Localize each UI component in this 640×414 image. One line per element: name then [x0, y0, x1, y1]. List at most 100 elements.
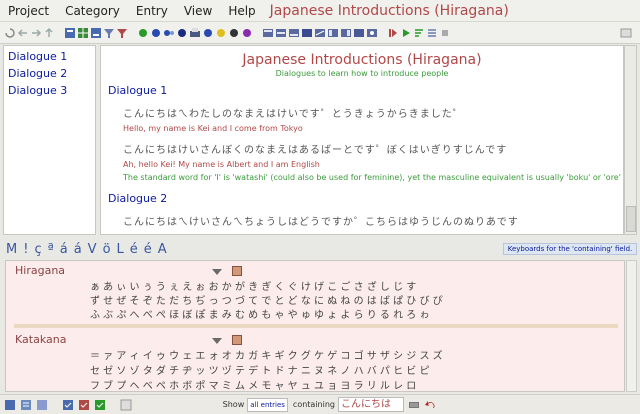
keyboard-panel-scrollbar[interactable]	[626, 260, 637, 392]
entry-line-1: こんにちはㄟわたしのなまえはけいです゜とうきょうからきました゜ Hello, m…	[123, 105, 623, 133]
status-bar: Show all entries containing こんにちは	[0, 394, 640, 414]
scrollbar-thumb[interactable]	[626, 206, 636, 232]
char-button[interactable]: á	[60, 242, 68, 257]
card-icon-7[interactable]	[340, 27, 352, 39]
toolbar	[0, 22, 640, 44]
green-dot-icon[interactable]	[137, 27, 149, 39]
menu-help[interactable]: Help	[220, 4, 263, 18]
katakana-settings-icon[interactable]	[232, 335, 242, 345]
section-divider	[14, 324, 618, 328]
show-filter-select[interactable]: all entries	[247, 397, 288, 412]
mark-icon-2[interactable]	[78, 399, 90, 411]
char-button[interactable]: á	[74, 242, 82, 257]
card-icon-9[interactable]	[366, 27, 378, 39]
view-detail-icon[interactable]	[20, 399, 32, 411]
view-toggle-icon[interactable]	[120, 399, 132, 411]
hiragana-row-1[interactable]: ぁ あ ぃ い ぅ う ぇ え ぉ お か が き ぎ く ぐ け げ こ ご …	[90, 278, 416, 293]
hiragana-settings-icon[interactable]	[232, 266, 242, 276]
menu-category[interactable]: Category	[57, 4, 128, 18]
char-button[interactable]: A	[158, 242, 167, 257]
char-button[interactable]: é	[144, 242, 152, 257]
blue-dot-icon[interactable]	[150, 27, 162, 39]
menu-project[interactable]: Project	[0, 4, 57, 18]
char-button[interactable]: é	[130, 242, 138, 257]
dialogue-1-heading[interactable]: Dialogue 1	[108, 84, 623, 97]
grid-icon[interactable]	[77, 27, 89, 39]
sidebar-item-dialogue-2[interactable]: Dialogue 2	[8, 65, 91, 82]
sidebar-item-dialogue-3[interactable]: Dialogue 3	[8, 82, 91, 99]
color-filter-icon[interactable]	[116, 27, 128, 39]
entry-line-2: こんにちはけいさんぼくのなまえはあるばーとです゜ぼくはいぎりすじんです Ah, …	[123, 141, 623, 182]
entry-japanese: こんにちはけいさんぼくのなまえはあるばーとです゜ぼくはいぎりすじんです	[123, 145, 508, 156]
mark-icon-3[interactable]	[94, 399, 106, 411]
blue-dot-pair-icon[interactable]	[163, 27, 175, 39]
stop-icon[interactable]	[439, 27, 451, 39]
filter-icon[interactable]	[103, 27, 115, 39]
entry-japanese: こんにちはㄟわたしのなまえはけいです゜とうきょうからきました゜	[123, 109, 464, 120]
card-icon-2[interactable]	[275, 27, 287, 39]
sort-desc-icon[interactable]	[90, 27, 102, 39]
menubar: Project Category Entry View Help Japanes…	[0, 0, 640, 22]
katakana-section-label: Katakana	[15, 333, 67, 346]
char-button[interactable]: L	[117, 242, 124, 257]
print-icon[interactable]	[189, 27, 201, 39]
card-icon-6[interactable]	[327, 27, 339, 39]
keyboard-icon[interactable]	[408, 399, 420, 411]
play-icon[interactable]	[400, 27, 412, 39]
category-list: Dialogue 1 Dialogue 2 Dialogue 3	[3, 45, 96, 235]
sync-icon[interactable]	[4, 27, 16, 39]
hiragana-row-2[interactable]: ず せ ぜ そ ぞ た だ ち ぢ っ つ づ て で と ど な に ぬ ね …	[90, 292, 443, 307]
card-icon-5[interactable]	[314, 27, 326, 39]
card-icon-4[interactable]	[301, 27, 313, 39]
card-icon-1[interactable]	[262, 27, 274, 39]
purple-dot-icon[interactable]	[241, 27, 253, 39]
up-arrow-icon[interactable]	[43, 27, 55, 39]
view-text-icon[interactable]	[36, 399, 48, 411]
hiragana-dropdown-icon[interactable]	[212, 269, 222, 275]
char-button[interactable]: V	[88, 242, 97, 257]
entry-japanese: こんにちはㄟけいさんㄟちょうしはどうですか゜こちらはゆうじんのぬりあです	[123, 217, 519, 228]
katakana-row-2[interactable]: セ ゼ ソ ゾ タ ダ チ ヂ ッ ツ ヅ テ デ ト ド ナ ニ ヌ ネ ノ …	[90, 362, 429, 377]
undo-icon[interactable]	[424, 399, 436, 411]
containing-search-input[interactable]: こんにちは	[338, 397, 404, 412]
menu-view[interactable]: View	[176, 4, 220, 18]
sort-toggle-icon[interactable]	[413, 27, 425, 39]
window-options-icon[interactable]	[620, 27, 632, 39]
card-icon-3[interactable]	[288, 27, 300, 39]
window-title: Japanese Introductions (Hiragana)	[269, 2, 509, 19]
katakana-dropdown-icon[interactable]	[212, 338, 222, 344]
katakana-row-1[interactable]: ＝ ァ ア ィ イ ゥ ウ ェ エ ォ オ カ ガ キ ギ ク グ ケ ゲ コ …	[90, 347, 443, 362]
content-subtitle: Dialogues to learn how to introduce peop…	[275, 69, 449, 78]
blue-ball-icon[interactable]	[202, 27, 214, 39]
content-title: Japanese Introductions (Hiragana)	[242, 52, 482, 68]
step-icon[interactable]	[387, 27, 399, 39]
view-list-icon[interactable]	[4, 399, 16, 411]
keyboard-panel: Hiragana ぁ あ ぃ い ぅ う ぇ え ぉ お か が き ぎ く ぐ…	[5, 260, 625, 392]
hiragana-row-3[interactable]: ふ ぶ ぷ へ べ ぺ ほ ぼ ぽ ま み む め も ゃ や ゅ ゆ ょ よ …	[90, 306, 429, 321]
char-button[interactable]: ª	[48, 242, 54, 257]
char-button[interactable]: M	[6, 242, 17, 257]
content-scrollbar[interactable]	[624, 45, 637, 235]
yellow-dot-icon[interactable]	[215, 27, 227, 39]
back-arrow-icon[interactable]	[17, 27, 29, 39]
sidebar-item-dialogue-1[interactable]: Dialogue 1	[8, 48, 91, 65]
entry-content-pane: Japanese Introductions (Hiragana) Dialog…	[100, 45, 624, 235]
katakana-row-3[interactable]: フ ブ プ ヘ ベ ペ ホ ボ ポ マ ミ ム メ モ ャ ヤ ュ ユ ョ ヨ …	[90, 377, 416, 391]
show-label: Show	[222, 400, 245, 409]
sort-alpha-icon[interactable]	[64, 27, 76, 39]
dialogue-2-heading[interactable]: Dialogue 2	[108, 192, 623, 205]
forward-arrow-icon[interactable]	[30, 27, 42, 39]
containing-label: containing	[292, 400, 335, 409]
entry-line-3: こんにちはㄟけいさんㄟちょうしはどうですか゜こちらはゆうじんのぬりあです	[123, 213, 623, 228]
menu-entry[interactable]: Entry	[128, 4, 176, 18]
mark-icon-1[interactable]	[62, 399, 74, 411]
char-button[interactable]: !	[23, 242, 28, 257]
char-button[interactable]: ç	[34, 242, 41, 257]
card-icon-8[interactable]	[353, 27, 365, 39]
dark-dot-icon[interactable]	[228, 27, 240, 39]
entry-note: The standard word for 'I' is 'watashi' (…	[123, 173, 621, 182]
navy-dot-icon[interactable]	[176, 27, 188, 39]
list-icon[interactable]	[426, 27, 438, 39]
char-button[interactable]: ö	[103, 242, 111, 257]
entry-translation: Ah, hello Kei! My name is Albert and I a…	[123, 160, 320, 169]
